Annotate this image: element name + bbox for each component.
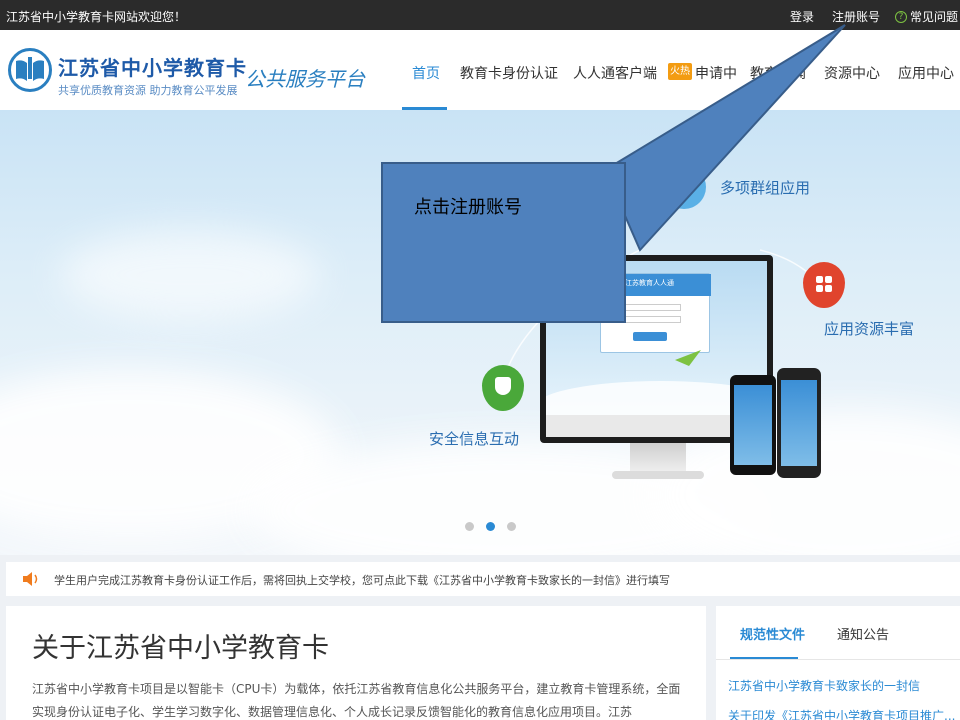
- tab-notice[interactable]: 通知公告: [837, 624, 889, 643]
- about-body: 江苏省中小学教育卡项目是以智能卡（CPU卡）为载体，依托江苏省教育信息化公共服务…: [32, 682, 681, 719]
- about-title: 关于江苏省中小学教育卡: [32, 633, 329, 664]
- callout-text: 点击注册账号: [414, 197, 522, 218]
- page: 江苏省中小学教育卡网站欢迎您！ 登录 注册账号 ? 常见问题 江苏省中小学教育卡…: [0, 0, 960, 720]
- tab-active-indicator: [730, 657, 798, 659]
- side-link-letter[interactable]: 江苏省中小学教育卡致家长的一封信: [728, 677, 920, 694]
- notice-bar: 学生用户完成江苏教育卡身份认证工作后，需将回执上交学校，您可点此下载《江苏省中小…: [6, 562, 960, 596]
- speaker-icon: [23, 572, 38, 586]
- notice-text[interactable]: 学生用户完成江苏教育卡身份认证工作后，需将回执上交学校，您可点此下载《江苏省中小…: [54, 572, 670, 588]
- about-section: 关于江苏省中小学教育卡 江苏省中小学教育卡项目是以智能卡（CPU卡）为载体，依托…: [6, 606, 706, 720]
- tab-rules[interactable]: 规范性文件: [740, 624, 805, 643]
- callout-box: [381, 162, 626, 323]
- side-link-notice[interactable]: 关于印发《江苏省中小学教育卡项目推广...: [728, 707, 955, 720]
- tab-divider: [716, 659, 960, 660]
- side-panel: 规范性文件 通知公告 江苏省中小学教育卡致家长的一封信 关于印发《江苏省中小学教…: [716, 606, 960, 720]
